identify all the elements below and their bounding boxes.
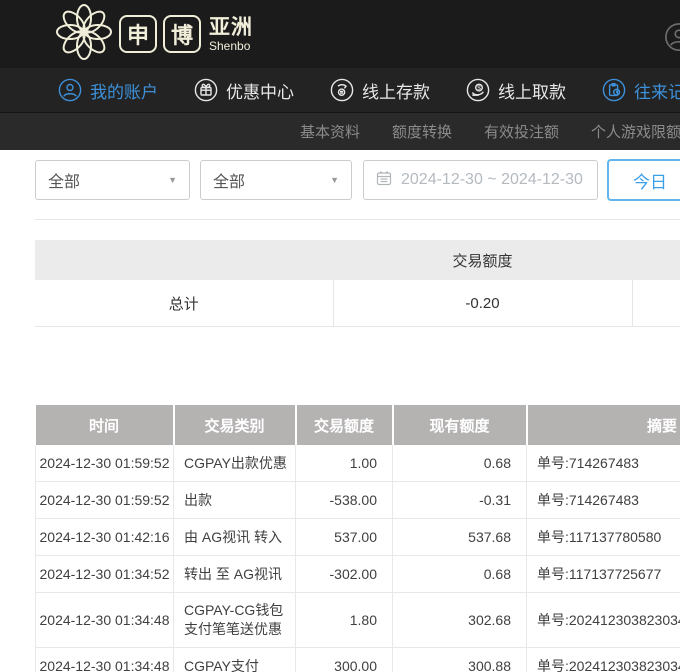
gift-icon [194,78,218,102]
top-bar: 申 博 亚洲 Shenbo [0,0,680,68]
calendar-icon [376,170,392,191]
nav-item-label: 线上存款 [362,78,430,103]
flower-logo-icon [55,4,113,65]
logo-char-bo: 博 [163,15,201,53]
date-range-value: 2024-12-30 ~ 2024-12-30 [401,171,583,189]
column-header-amount: 交易额度 [296,405,393,445]
table-cell: 0.68 [393,445,527,482]
withdraw-icon: $ [466,78,490,102]
table-cell: 单号:714267483 [527,482,680,519]
filter-bar: 全部 ▼ 全部 ▼ 2024-12-30 ~ 2024-12-30 今日 [0,150,680,220]
column-header-balance: 现有额度 [393,405,527,445]
table-cell: -538.00 [296,482,393,519]
type-select[interactable]: 全部 ▼ [200,160,352,200]
table-cell: 302.68 [393,593,527,648]
chevron-down-icon: ▼ [330,175,339,185]
summary-total-value: -0.20 [333,280,632,327]
page: 申 博 亚洲 Shenbo 我的账户 [0,0,680,672]
nav-item-label: 优惠中心 [226,78,294,103]
table-row: 2024-12-30 01:34:48CGPAY-CG钱包支付笔笔送优惠1.80… [36,593,680,648]
svg-text:$: $ [477,85,481,92]
summary-header-row: 交易额度 [35,240,680,280]
date-range-input[interactable]: 2024-12-30 ~ 2024-12-30 [363,160,598,200]
nav-item-withdraw[interactable]: $ 线上取款 [466,78,566,103]
deposit-icon [330,78,354,102]
main-nav: 我的账户 优惠中心 [0,68,680,112]
records-icon [602,78,626,102]
table-cell: 单号:117137725677 [527,556,680,593]
table-cell: 2024-12-30 01:34:48 [36,593,174,648]
table-row: 2024-12-30 01:42:16由 AG视讯 转入537.00537.68… [36,519,680,556]
table-cell: 单号:117137780580 [527,519,680,556]
sub-nav: 基本资料 额度转换 有效投注额 个人游戏限额 [0,112,680,150]
table-row: 2024-12-30 01:34:52转出 至 AG视讯-302.000.68单… [36,556,680,593]
summary-cell-empty [632,280,680,327]
table-row: 2024-12-30 01:59:52出款-538.00-0.31单号:7142… [36,482,680,519]
table-cell: 537.68 [393,519,527,556]
table-cell: 1.00 [296,445,393,482]
table-cell: 537.00 [296,519,393,556]
table-cell: 单号:202412303823034 [527,593,680,648]
transactions-table: 时间 交易类别 交易额度 现有额度 摘要 2024-12-30 01:59:52… [35,405,680,672]
divider [35,219,680,220]
summary-header-empty [632,240,680,280]
logo-latin-text: Shenbo [209,40,253,52]
table-cell: 300.00 [296,648,393,672]
nav-item-my-account[interactable]: 我的账户 [58,78,158,103]
subnav-item-game-limits[interactable]: 个人游戏限额 [591,121,680,142]
category-select[interactable]: 全部 ▼ [35,160,190,200]
table-cell: 出款 [174,482,296,519]
summary-total-row: 总计 -0.20 [35,280,680,327]
table-cell: CGPAY支付 [174,648,296,672]
table-row: 2024-12-30 01:59:52CGPAY出款优惠1.000.68单号:7… [36,445,680,482]
summary-total-label: 总计 [35,280,333,327]
table-row: 2024-12-30 01:34:48CGPAY支付300.00300.88单号… [36,648,680,672]
subnav-item-basic-info[interactable]: 基本资料 [300,121,360,142]
summary-header-empty [35,240,333,280]
table-cell: 单号:714267483 [527,445,680,482]
subnav-item-credit-transfer[interactable]: 额度转换 [392,121,452,142]
today-button[interactable]: 今日 [607,159,680,201]
logo-region-text: 亚洲 [209,17,253,38]
category-select-value: 全部 [48,168,80,192]
table-cell: CGPAY出款优惠 [174,445,296,482]
nav-item-records[interactable]: 往来记录 [602,78,680,103]
nav-item-label: 我的账户 [90,78,158,103]
table-cell: -302.00 [296,556,393,593]
type-select-value: 全部 [213,168,245,192]
table-cell: 2024-12-30 01:34:52 [36,556,174,593]
nav-item-label: 线上取款 [498,78,566,103]
transactions-body: 2024-12-30 01:59:52CGPAY出款优惠1.000.68单号:7… [36,445,680,672]
table-cell: 2024-12-30 01:59:52 [36,445,174,482]
table-cell: 由 AG视讯 转入 [174,519,296,556]
column-header-time: 时间 [36,405,174,445]
subnav-item-valid-bets[interactable]: 有效投注额 [484,121,559,142]
chevron-down-icon: ▼ [168,175,177,185]
table-cell: 单号:202412303823034 [527,648,680,672]
logo-char-shen: 申 [119,15,157,53]
table-cell: 0.68 [393,556,527,593]
table-cell: 2024-12-30 01:42:16 [36,519,174,556]
user-icon [58,78,82,102]
table-cell: 转出 至 AG视讯 [174,556,296,593]
table-cell: 2024-12-30 01:59:52 [36,482,174,519]
table-cell: -0.31 [393,482,527,519]
brand-logo[interactable]: 申 博 亚洲 Shenbo [55,4,253,65]
nav-item-promotions[interactable]: 优惠中心 [194,78,294,103]
transactions-header-row: 时间 交易类别 交易额度 现有额度 摘要 [36,405,680,445]
nav-item-label: 往来记录 [634,78,680,103]
column-header-type: 交易类别 [174,405,296,445]
column-header-memo: 摘要 [527,405,680,445]
table-cell: 1.80 [296,593,393,648]
account-icon[interactable] [664,22,680,57]
summary-table: 交易额度 总计 -0.20 [35,240,680,327]
summary-header-amount: 交易额度 [333,240,632,280]
table-cell: 300.88 [393,648,527,672]
table-cell: 2024-12-30 01:34:48 [36,648,174,672]
table-cell: CGPAY-CG钱包支付笔笔送优惠 [174,593,296,648]
nav-item-deposit[interactable]: 线上存款 [330,78,430,103]
